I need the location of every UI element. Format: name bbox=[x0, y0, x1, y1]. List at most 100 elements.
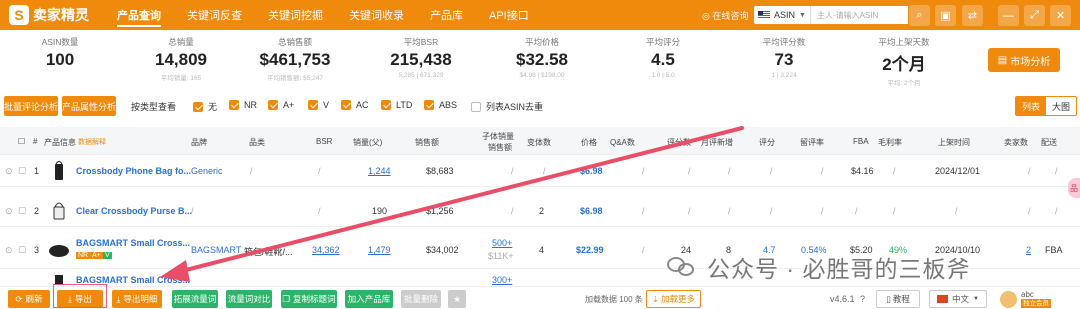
question-icon[interactable]: ? bbox=[860, 294, 865, 304]
th-sellers[interactable]: 卖家数 bbox=[1004, 137, 1028, 148]
copy-title-label: 复制标题词 bbox=[293, 294, 336, 304]
translate-button[interactable]: ⇄ bbox=[962, 5, 983, 26]
nav-product-query[interactable]: 产品查询 bbox=[104, 0, 174, 30]
th-margin[interactable]: 毛利率 bbox=[878, 137, 902, 148]
th-product-note[interactable]: 数据解释 bbox=[78, 137, 106, 147]
brand-link[interactable]: Generic bbox=[191, 166, 223, 176]
qa-value: / bbox=[642, 206, 645, 216]
minimize-button[interactable]: — bbox=[998, 5, 1019, 26]
load-more-button[interactable]: ⇣ 加载更多 bbox=[646, 290, 701, 308]
th-delivery[interactable]: 配送 bbox=[1041, 137, 1057, 148]
th-revenue[interactable]: 销售额 bbox=[415, 137, 439, 148]
online-consult-link[interactable]: ◎ 在线咨询 bbox=[702, 9, 748, 22]
filter-label: LTD bbox=[396, 100, 413, 110]
th-price[interactable]: 价格 bbox=[581, 137, 597, 148]
asin-search-input[interactable]: 主人-请输入ASIN bbox=[810, 6, 908, 24]
th-review-rate[interactable]: 留评率 bbox=[800, 137, 824, 148]
nav-keyword-index[interactable]: 关键词收录 bbox=[336, 0, 417, 30]
pin-icon[interactable]: ⊙ bbox=[5, 206, 13, 217]
pin-icon[interactable]: ⊙ bbox=[5, 166, 13, 177]
th-units[interactable]: 销量(父) bbox=[353, 137, 382, 148]
th-fba[interactable]: FBA bbox=[853, 137, 869, 146]
filter-aplus[interactable]: A+ bbox=[268, 100, 294, 110]
add-to-library-button[interactable]: 加入产品库 bbox=[345, 290, 393, 308]
th-product[interactable]: 产品信息 bbox=[44, 137, 76, 148]
select-all-checkbox[interactable]: ☐ bbox=[18, 137, 25, 146]
refresh-button[interactable]: ⟳ 刷新 bbox=[8, 290, 50, 308]
th-brand[interactable]: 品牌 bbox=[191, 137, 207, 148]
units-value[interactable]: 1,479 bbox=[368, 245, 391, 255]
brand-logo[interactable]: S 卖家精灵 bbox=[9, 5, 94, 25]
tutorial-button[interactable]: ▯ 教程 bbox=[876, 290, 920, 308]
brand-value: / bbox=[191, 206, 194, 216]
units-value[interactable]: 1,244 bbox=[368, 166, 391, 176]
filter-ltd[interactable]: LTD bbox=[381, 100, 412, 110]
filter-nr[interactable]: NR bbox=[229, 100, 257, 110]
brand-link[interactable]: BAGSMART bbox=[191, 245, 241, 255]
product-thumbnail[interactable] bbox=[48, 271, 70, 285]
language-select[interactable]: 中文 ▼ bbox=[929, 290, 987, 308]
product-attribute-analysis-button[interactable]: 产品属性分析 bbox=[62, 96, 116, 116]
view-grid-button[interactable]: 大图 bbox=[1046, 97, 1076, 115]
filter-label: 无 bbox=[208, 102, 218, 112]
th-ratings[interactable]: 评分数 bbox=[667, 137, 691, 148]
sellers-value[interactable]: 2 bbox=[1026, 245, 1031, 255]
product-title[interactable]: Crossbody Phone Bag fo... bbox=[76, 166, 191, 176]
row-checkbox[interactable]: ☐ bbox=[18, 166, 26, 177]
table-row[interactable]: ⊙ ☐ 1 Crossbody Phone Bag fo... Generic … bbox=[0, 157, 1080, 187]
expand-button[interactable]: ⤢ bbox=[1024, 5, 1045, 26]
view-list-button[interactable]: 列表 bbox=[1016, 97, 1047, 115]
image-search-button[interactable]: ▣ bbox=[935, 5, 956, 26]
product-thumbnail[interactable] bbox=[48, 199, 70, 221]
search-button[interactable]: ⌕ bbox=[909, 5, 930, 26]
child-units-value[interactable]: 300+ bbox=[492, 275, 512, 285]
units-value[interactable]: 190 bbox=[372, 206, 387, 216]
th-child-units[interactable]: 子体销量 bbox=[482, 131, 514, 142]
batch-delete-button[interactable]: 批量删除 bbox=[401, 290, 441, 308]
compare-traffic-button[interactable]: 流量词对比 bbox=[226, 290, 272, 308]
product-thumbnail[interactable] bbox=[48, 161, 70, 183]
nav-api[interactable]: API接口 bbox=[476, 0, 542, 30]
th-date[interactable]: 上架时间 bbox=[938, 137, 970, 148]
filter-none[interactable]: 无 bbox=[193, 100, 217, 113]
category-value[interactable]: 箱包/鞋靴/... bbox=[244, 245, 293, 258]
export-detail-button[interactable]: ⤓ 导出明细 bbox=[112, 290, 162, 308]
batch-review-analysis-button[interactable]: 批量评论分析 bbox=[4, 96, 58, 116]
bsr-value[interactable]: 34,362 bbox=[312, 245, 340, 255]
refresh-icon: ⟳ bbox=[15, 293, 23, 304]
filter-dedupe-asin[interactable]: 列表ASIN去重 bbox=[471, 100, 543, 113]
favorite-button[interactable]: ★ bbox=[448, 290, 466, 308]
user-profile[interactable]: abc 独立会员 bbox=[1000, 290, 1076, 308]
copy-title-button[interactable]: ❐ 复制标题词 bbox=[281, 290, 337, 308]
th-rating[interactable]: 评分 bbox=[759, 137, 775, 148]
market-analysis-button[interactable]: ▤ 市场分析 bbox=[988, 48, 1060, 72]
close-button[interactable]: ✕ bbox=[1050, 5, 1071, 26]
side-floating-button[interactable]: 品 bbox=[1068, 178, 1080, 198]
expand-traffic-button[interactable]: 拓展流量词 bbox=[172, 290, 218, 308]
table-row[interactable]: ⊙ ☐ 2 Clear Crossbody Purse B... / / 190… bbox=[0, 197, 1080, 227]
filter-ac[interactable]: AC bbox=[341, 100, 369, 110]
nav-keyword-reverse[interactable]: 关键词反查 bbox=[174, 0, 255, 30]
th-bsr[interactable]: BSR bbox=[316, 137, 332, 146]
online-consult-label: 在线咨询 bbox=[712, 11, 749, 21]
nav-product-library[interactable]: 产品库 bbox=[417, 0, 476, 30]
filter-abs[interactable]: ABS bbox=[424, 100, 457, 110]
product-title[interactable]: Clear Crossbody Purse B... bbox=[76, 206, 192, 216]
market-select[interactable]: ASIN ▼ bbox=[754, 6, 810, 24]
th-variants[interactable]: 变体数 bbox=[527, 137, 551, 148]
filter-label: AC bbox=[356, 100, 369, 110]
row-checkbox[interactable]: ☐ bbox=[18, 206, 26, 217]
wechat-icon bbox=[665, 254, 697, 280]
product-thumbnail[interactable] bbox=[48, 239, 70, 261]
th-qa[interactable]: Q&A数 bbox=[610, 137, 635, 148]
nav-keyword-mining[interactable]: 关键词挖掘 bbox=[255, 0, 336, 30]
pin-icon[interactable]: ⊙ bbox=[5, 245, 13, 256]
th-monthly-new[interactable]: 月评新增 bbox=[701, 137, 733, 148]
filter-v[interactable]: V bbox=[308, 100, 329, 110]
th-child-revenue[interactable]: 销售额 bbox=[488, 142, 512, 153]
date-value: 2024/12/01 bbox=[935, 166, 981, 176]
row-checkbox[interactable]: ☐ bbox=[18, 245, 26, 256]
th-category[interactable]: 品类 bbox=[249, 137, 265, 148]
child-units-value[interactable]: 500+ bbox=[492, 238, 512, 248]
product-title[interactable]: BAGSMART Small Cross... bbox=[76, 238, 190, 248]
